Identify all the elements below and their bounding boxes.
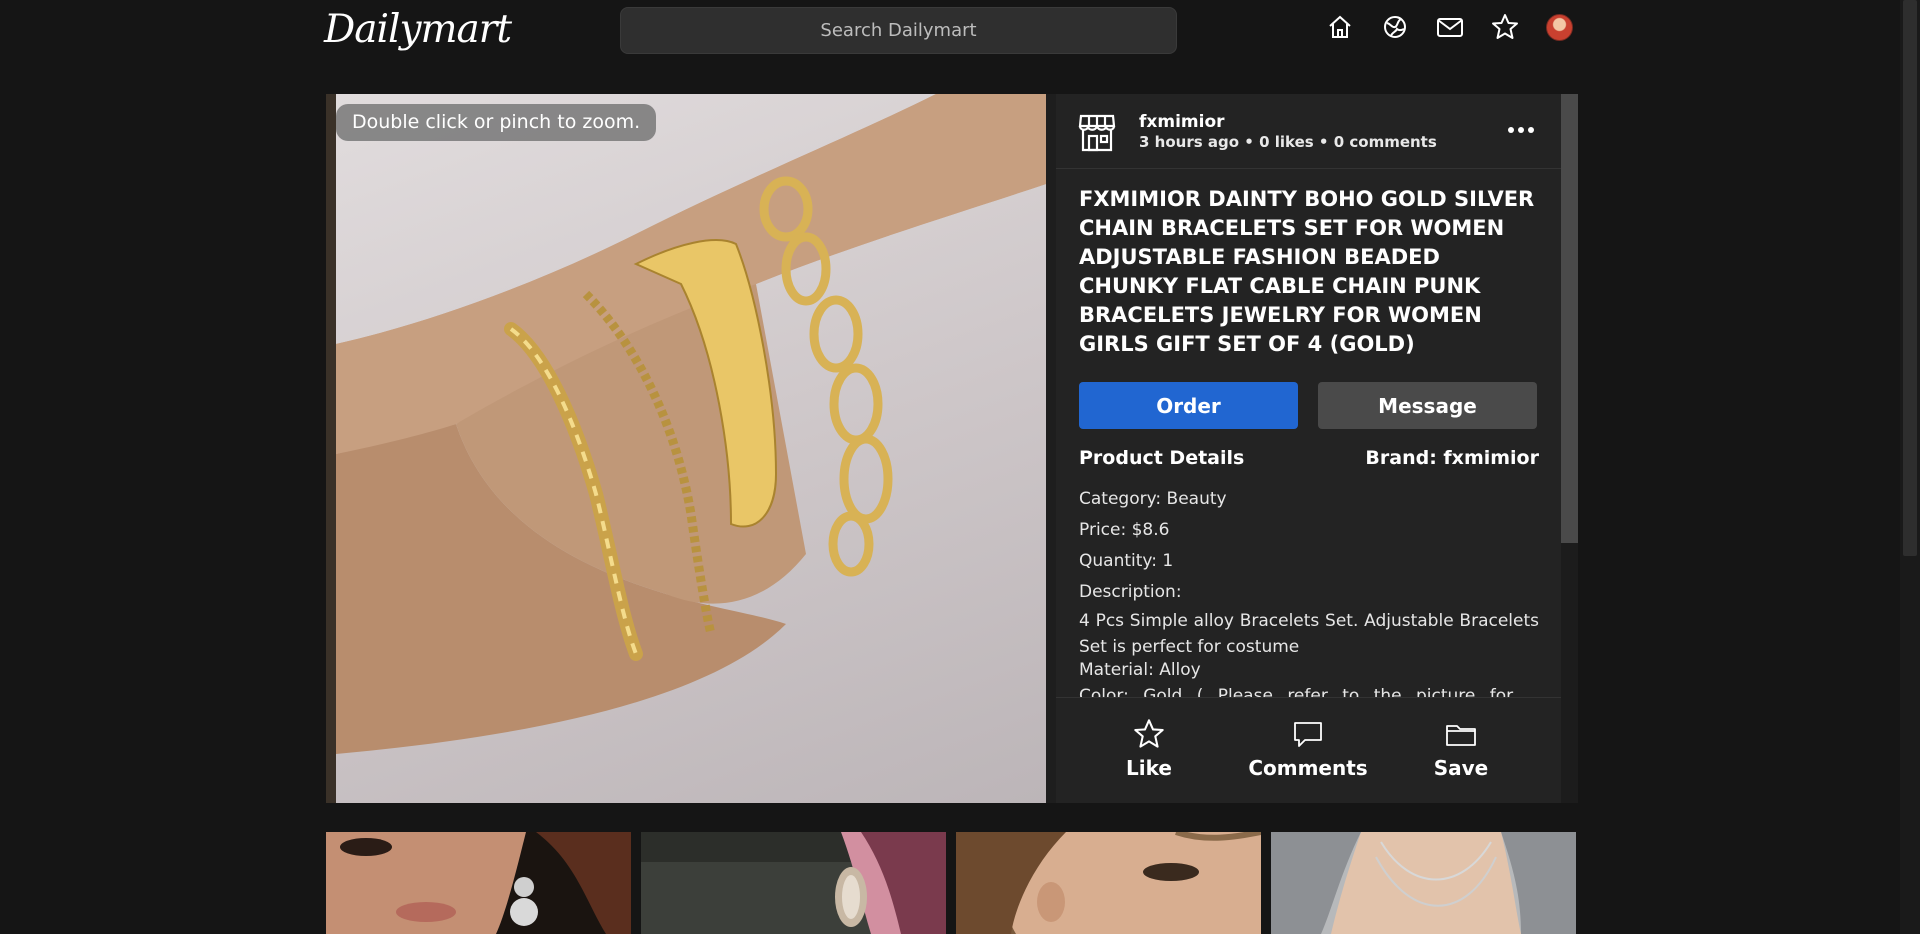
like-button[interactable]: Like <box>1109 718 1189 780</box>
comments-button[interactable]: Comments <box>1248 718 1368 780</box>
product-viewer: Double click or pinch to zoom. fxmimior … <box>326 94 1578 803</box>
comment-icon <box>1294 722 1322 747</box>
related-post-thumb[interactable] <box>1271 832 1576 934</box>
folder-icon <box>1446 725 1476 746</box>
post-meta: 3 hours ago • 0 likes • 0 comments <box>1139 133 1437 151</box>
product-info-pane: fxmimior 3 hours ago • 0 likes • 0 comme… <box>1056 94 1578 803</box>
product-image-pane[interactable]: Double click or pinch to zoom. <box>326 94 1046 803</box>
details-scrollbar[interactable] <box>1561 94 1578 803</box>
order-button[interactable]: Order <box>1079 382 1298 429</box>
star-icon[interactable] <box>1491 13 1519 41</box>
material-line: Material: Alloy <box>1079 660 1201 680</box>
description-label: Description: <box>1079 582 1182 602</box>
details-scrollbar-thumb[interactable] <box>1561 94 1578 543</box>
price-line: Price: $8.6 <box>1079 520 1170 540</box>
avatar[interactable] <box>1546 13 1573 41</box>
page-scrollbar-thumb[interactable] <box>1903 0 1917 556</box>
related-posts-row <box>326 832 1578 934</box>
page-scrollbar[interactable] <box>1900 0 1920 934</box>
comments-label: Comments <box>1248 756 1368 780</box>
save-button[interactable]: Save <box>1421 718 1501 780</box>
message-button[interactable]: Message <box>1318 382 1537 429</box>
mail-icon[interactable] <box>1436 13 1464 41</box>
quantity-line: Quantity: 1 <box>1079 551 1174 571</box>
explore-icon[interactable] <box>1381 13 1409 41</box>
product-details-heading: Product Details Brand: fxmimior <box>1079 447 1539 469</box>
product-title: FXMIMIOR DAINTY BOHO GOLD SILVER CHAIN B… <box>1079 187 1535 356</box>
category-line: Category: Beauty <box>1079 489 1227 509</box>
related-post-thumb[interactable] <box>956 832 1261 934</box>
save-label: Save <box>1433 756 1489 780</box>
post-action-bar: Like Comments Save <box>1056 697 1561 803</box>
dailymart-logo[interactable]: Dailymart <box>324 2 512 58</box>
color-line: Color: Gold ( Please refer to the pictur… <box>1079 686 1514 697</box>
seller-name[interactable]: fxmimior <box>1139 112 1225 132</box>
store-icon[interactable] <box>1078 112 1116 152</box>
product-photo[interactable] <box>336 94 1046 803</box>
related-post-thumb[interactable] <box>326 832 631 934</box>
details-heading-label: Product Details <box>1079 447 1245 469</box>
more-options-icon[interactable] <box>1506 122 1536 138</box>
star-icon <box>1134 719 1164 748</box>
nav-icons <box>1326 13 1573 41</box>
top-header: Dailymart <box>0 0 1920 62</box>
description-text: 4 Pcs Simple alloy Bracelets Set. Adjust… <box>1079 611 1539 657</box>
like-label: Like <box>1126 756 1172 780</box>
product-details-scroll[interactable]: FXMIMIOR DAINTY BOHO GOLD SILVER CHAIN B… <box>1056 169 1561 697</box>
search-input[interactable] <box>620 7 1177 54</box>
brand-label: Brand: fxmimior <box>1365 447 1539 469</box>
seller-row: fxmimior 3 hours ago • 0 likes • 0 comme… <box>1056 94 1561 169</box>
related-post-thumb[interactable] <box>641 832 946 934</box>
home-icon[interactable] <box>1326 13 1354 41</box>
zoom-hint: Double click or pinch to zoom. <box>336 104 657 141</box>
